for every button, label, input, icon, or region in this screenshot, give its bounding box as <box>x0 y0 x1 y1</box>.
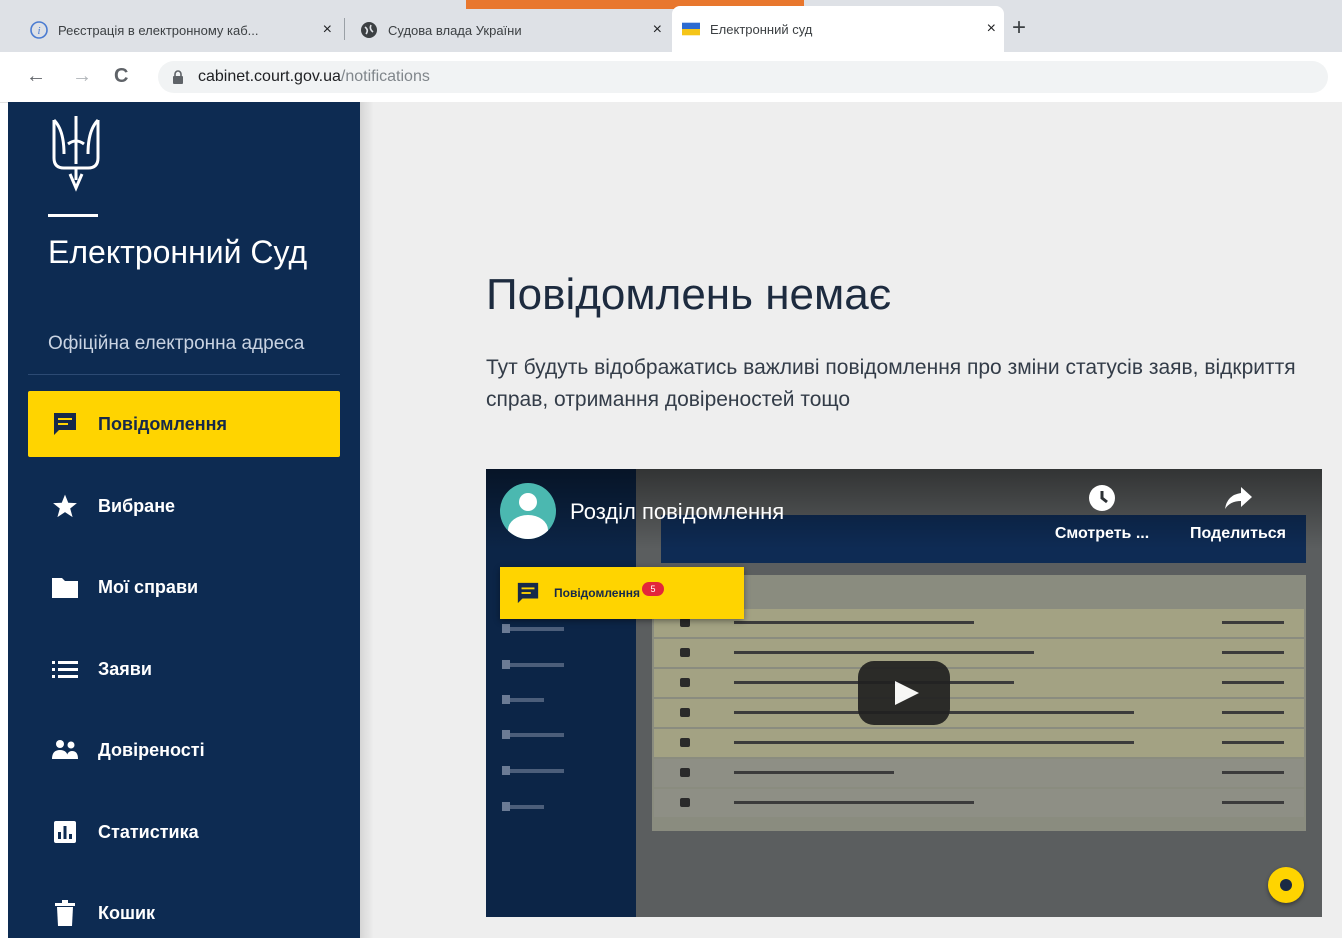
sidebar-item-trash[interactable]: Кошик <box>28 880 340 946</box>
video-player[interactable]: Розділ повідомлення Смотреть ... Поделит… <box>486 469 1322 917</box>
video-preview-nav-line <box>502 730 564 739</box>
sidebar-item-label: Вибране <box>98 495 176 516</box>
sidebar-shadow <box>360 102 374 938</box>
sidebar: Електронний Суд Офіційна електронна адре… <box>8 102 360 938</box>
tab-divider <box>344 18 345 40</box>
share-arrow-icon <box>1178 483 1298 513</box>
watch-later-label: Смотреть ... <box>1054 525 1150 542</box>
video-preview-row <box>654 729 1304 757</box>
sidebar-item-powers-of-attorney[interactable]: Довіреності <box>28 717 340 783</box>
video-preview-nav-line <box>502 695 544 704</box>
video-preview-row <box>654 789 1304 817</box>
lock-icon <box>172 70 184 84</box>
tab-registration[interactable]: i Реєстрація в електронному каб... × <box>30 10 340 50</box>
page-title: Повідомлень немає <box>486 270 892 319</box>
sidebar-item-applications[interactable]: Заяви <box>28 636 340 702</box>
share-button[interactable]: Поделиться <box>1178 483 1298 543</box>
watch-later-button[interactable]: Смотреть ... <box>1042 483 1162 543</box>
new-tab-button[interactable]: + <box>1012 16 1026 40</box>
play-button[interactable] <box>858 661 950 725</box>
video-preview-row <box>654 759 1304 787</box>
browser-toolbar: ← → C cabinet.court.gov.ua/notifications <box>0 52 1342 103</box>
back-button[interactable]: ← <box>26 64 46 88</box>
video-preview-row <box>654 699 1304 727</box>
sidebar-item-label: Статистика <box>98 821 199 842</box>
video-preview-nav-line <box>502 660 564 669</box>
svg-text:i: i <box>37 25 40 37</box>
video-preview-row <box>654 639 1304 667</box>
brand-subtitle: Офіційна електронна адреса <box>48 333 305 354</box>
info-icon: i <box>30 21 48 39</box>
brand-divider <box>48 214 98 217</box>
sidebar-item-notifications[interactable]: Повідомлення <box>28 391 340 457</box>
tab-label: Електронний суд <box>710 21 813 37</box>
url-path: /notifications <box>340 68 430 85</box>
page-description: Тут будуть відображатись важливі повідом… <box>486 356 1296 411</box>
sidebar-item-label: Заяви <box>98 658 152 679</box>
star-icon <box>50 491 80 521</box>
channel-avatar[interactable] <box>500 483 556 539</box>
chart-icon <box>50 817 80 847</box>
url-text: cabinet.court.gov.ua/notifications <box>198 68 430 86</box>
video-highlight-label: Повідомлення <box>554 586 640 600</box>
clock-icon <box>1042 483 1162 513</box>
globe-icon <box>360 21 378 39</box>
sidebar-item-label: Повідомлення <box>98 413 227 434</box>
message-icon <box>50 409 80 439</box>
sidebar-item-label: Мої справи <box>98 576 199 597</box>
browser-tab-bar: i Реєстрація в електронному каб... × Суд… <box>0 0 1342 56</box>
video-preview-nav-line <box>502 766 564 775</box>
sidebar-item-label: Довіреності <box>98 739 205 760</box>
tab-judiciary[interactable]: Судова влада України × <box>360 10 670 50</box>
folder-icon <box>50 572 80 602</box>
sidebar-item-statistics[interactable]: Статистика <box>28 799 340 865</box>
video-preview-nav-line <box>502 802 544 811</box>
close-icon[interactable]: × <box>653 21 662 39</box>
url-host: cabinet.court.gov.ua <box>198 68 341 85</box>
close-icon[interactable]: × <box>323 21 332 39</box>
sidebar-divider <box>28 374 340 375</box>
video-preview-nav-line <box>502 624 564 633</box>
sidebar-item-label: Кошик <box>98 902 156 923</box>
people-icon <box>50 735 80 765</box>
phone-icon <box>1268 867 1304 903</box>
video-preview-row <box>654 669 1304 697</box>
sidebar-item-my-cases[interactable]: Мої справи <box>28 554 340 620</box>
ukraine-flag-icon <box>682 20 700 38</box>
trident-logo-icon <box>52 116 100 192</box>
video-highlight-menu-item: Повідомлення 5 <box>500 567 744 619</box>
sidebar-item-favorites[interactable]: Вибране <box>28 473 340 539</box>
forward-button[interactable]: → <box>72 64 92 88</box>
message-icon <box>517 582 539 604</box>
address-bar[interactable]: cabinet.court.gov.ua/notifications <box>158 61 1328 93</box>
reload-button[interactable]: C <box>114 64 128 88</box>
trash-icon <box>50 898 80 928</box>
tab-label: Судова влада України <box>388 22 522 38</box>
share-label: Поделиться <box>1189 525 1287 542</box>
notification-count-badge: 5 <box>641 582 664 596</box>
brand-title: Електронний Суд <box>48 234 308 270</box>
tab-electronic-court[interactable]: Електронний суд × <box>672 6 1004 52</box>
list-icon <box>50 654 80 684</box>
video-preview-row <box>654 609 1304 637</box>
close-icon[interactable]: × <box>987 20 996 38</box>
tab-label: Реєстрація в електронному каб... <box>58 22 259 38</box>
video-title[interactable]: Розділ повідомлення <box>570 499 784 525</box>
